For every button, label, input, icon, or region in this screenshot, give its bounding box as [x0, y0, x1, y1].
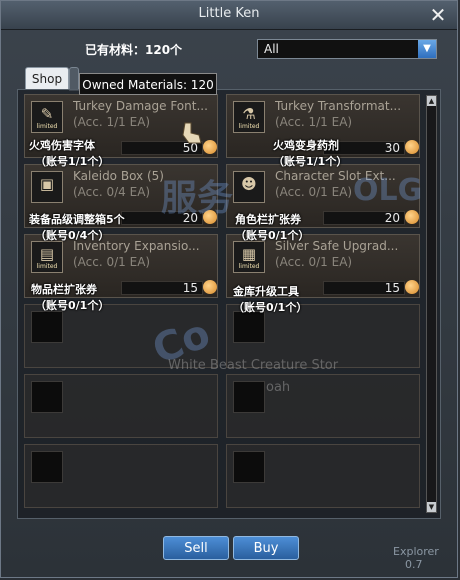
inventory-icon: ▤ limited [31, 241, 63, 273]
annotation-cn: （账号0/1个） [235, 229, 310, 242]
kaleido-box-icon: ▣ [31, 171, 63, 203]
empty-icon-frame [31, 381, 63, 413]
tab-secondary[interactable] [69, 67, 79, 91]
vertical-scrollbar[interactable]: ▲ ▼ [426, 95, 437, 513]
item-limit: (Acc. 0/1 EA) [275, 255, 353, 269]
item-limit: (Acc. 0/1 EA) [73, 255, 151, 269]
potion-icon: ⚗ limited [233, 101, 265, 133]
filter-value: All [264, 42, 279, 56]
annotation-cn: 火鸡伤害字体 [29, 139, 95, 152]
empty-icon-frame [233, 451, 265, 483]
background-text: oah [266, 380, 291, 395]
little-ken-shop-window: Little Ken ✕ 已有材料：120个 All ▼ Shop ✎ limit… [0, 0, 458, 578]
item-price: 20 [384, 211, 400, 225]
sell-button[interactable]: Sell [163, 536, 229, 560]
empty-slot [226, 374, 420, 438]
chevron-down-icon[interactable]: ▼ [418, 40, 436, 58]
close-icon[interactable]: ✕ [427, 4, 449, 26]
character-icon: ☻ [233, 171, 265, 203]
annotation-cn: （账号0/1个） [233, 301, 308, 314]
explorer-label: Explorer 0.7 [393, 545, 439, 571]
price-field: 20 [121, 211, 203, 225]
category-filter-select[interactable]: All ▼ [257, 39, 437, 59]
annotation-cn: （账号0/4个） [35, 229, 110, 242]
item-limit: (Acc. 1/1 EA) [275, 115, 353, 129]
window-title: Little Ken [198, 6, 260, 21]
coin-icon [203, 280, 217, 294]
price-field: 20 [323, 211, 405, 225]
empty-icon-frame [31, 451, 63, 483]
coin-icon [405, 280, 419, 294]
hand-cursor-icon [182, 122, 202, 144]
empty-icon-frame [233, 311, 265, 343]
safe-icon: ▦ limited [233, 241, 265, 273]
annotation-cn: 火鸡变身药剂 [273, 139, 339, 152]
background-text: White Beast Creature Stor [168, 358, 339, 373]
item-price: 20 [182, 211, 198, 225]
coin-icon [203, 210, 217, 224]
scroll-up-icon[interactable]: ▲ [427, 96, 436, 106]
price-field: 15 [121, 281, 203, 295]
empty-slot [24, 374, 218, 438]
buy-button[interactable]: Buy [233, 536, 299, 560]
empty-slot [24, 444, 218, 508]
item-name: Turkey Damage Font... [73, 99, 208, 113]
annotation-cn: 装备品级调整箱5个 [29, 213, 125, 226]
annotation-cn: （账号1/1个） [273, 155, 348, 168]
coin-icon [405, 210, 419, 224]
item-price: 15 [384, 281, 400, 295]
annotation-cn: （账号1/1个） [35, 155, 110, 168]
coin-icon [405, 140, 419, 154]
item-price: 30 [384, 141, 400, 155]
owned-materials-caption: 已有材料：120个 [85, 43, 183, 57]
item-name: Turkey Transformat... [275, 99, 402, 113]
explorer-title: Explorer [393, 545, 439, 558]
item-price: 15 [182, 281, 198, 295]
annotation-cn: 角色栏扩张券 [235, 213, 301, 226]
empty-icon-frame [233, 381, 265, 413]
explorer-value: 0.7 [405, 558, 423, 571]
scroll-down-icon[interactable]: ▼ [427, 502, 436, 512]
annotation-cn: 物品栏扩张券 [31, 283, 97, 296]
item-limit: (Acc. 1/1 EA) [73, 115, 151, 129]
title-bar[interactable]: Little Ken ✕ [1, 1, 457, 30]
item-limit: (Acc. 0/1 EA) [275, 185, 353, 199]
tab-shop[interactable]: Shop [25, 67, 69, 90]
annotation-cn: 金库升级工具 [233, 285, 299, 298]
item-name: Character Slot Ext... [275, 169, 396, 183]
empty-icon-frame [31, 311, 63, 343]
annotation-cn: （账号0/1个） [35, 299, 110, 312]
font-scroll-icon: ✎ limited [31, 101, 63, 133]
empty-slot [226, 444, 420, 508]
item-limit: (Acc. 0/4 EA) [73, 185, 151, 199]
item-name: Kaleido Box (5) [73, 169, 164, 183]
price-field: 15 [323, 281, 405, 295]
owned-materials-tooltip: Owned Materials: 120 [79, 73, 217, 95]
